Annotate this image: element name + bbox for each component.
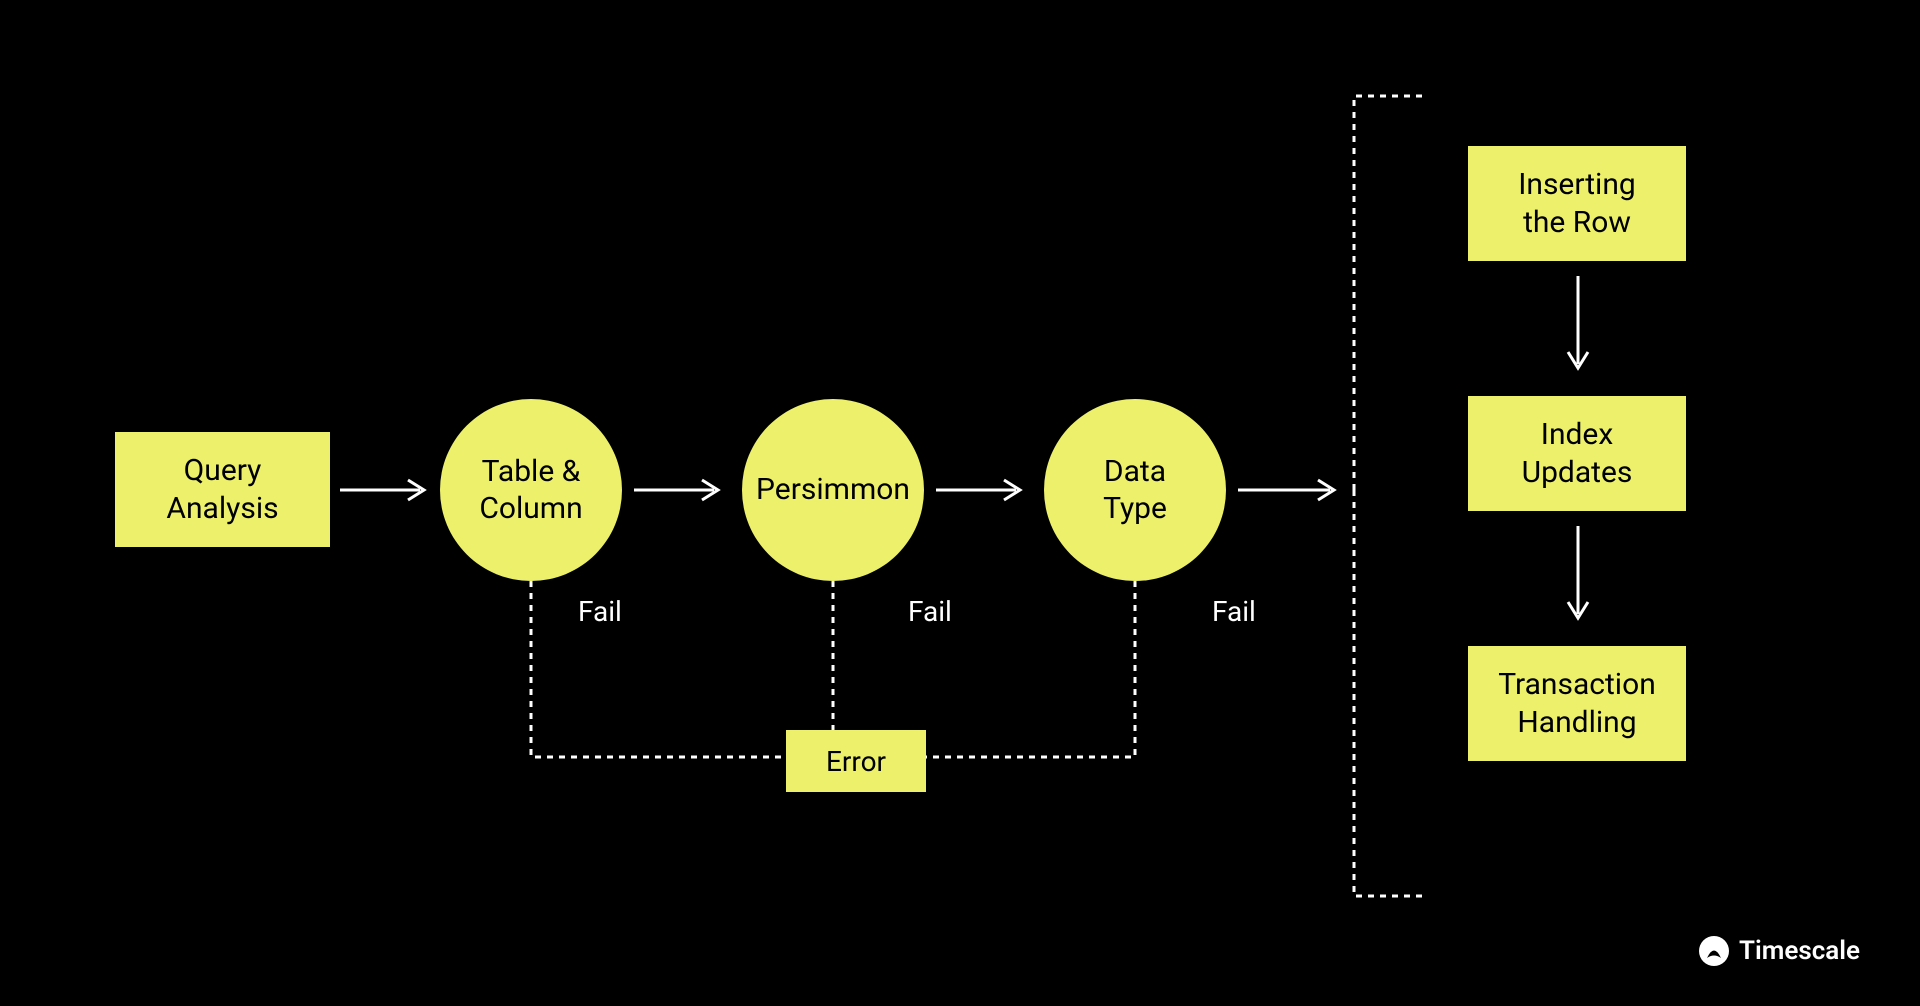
arrow-down-2 [1564,522,1592,630]
node-table-column: Table &Column [440,399,622,581]
arrow-down-1 [1564,272,1592,380]
logo-timescale: Timescale [1699,936,1860,966]
node-label: IndexUpdates [1522,416,1633,491]
node-label: TransactionHandling [1498,666,1656,741]
node-label: QueryAnalysis [166,452,278,527]
logo-icon [1699,936,1729,966]
node-query-analysis: QueryAnalysis [115,432,330,547]
node-inserting-row: Insertingthe Row [1468,146,1686,261]
node-transaction-handling: TransactionHandling [1468,646,1686,761]
logo-text: Timescale [1739,936,1860,966]
node-index-updates: IndexUpdates [1468,396,1686,511]
diagram-canvas: QueryAnalysis Table &Column Persimmon Da… [0,0,1920,1006]
node-label: Table &Column [479,453,582,528]
arrow-2 [630,476,730,504]
arrow-1 [336,476,436,504]
node-data-type: DataType [1044,399,1226,581]
node-persimmon: Persimmon [742,399,924,581]
node-label: Insertingthe Row [1518,166,1636,241]
arrow-3 [932,476,1032,504]
node-label: Error [826,744,886,779]
dotted-datatype-to-error [926,581,1140,762]
node-label: Persimmon [756,471,910,509]
node-error: Error [786,730,926,792]
bracket-output [1352,94,1424,899]
arrow-4 [1234,476,1346,504]
node-label: DataType [1103,453,1167,528]
dotted-table-to-error [528,581,788,762]
label-fail-3: Fail [1212,595,1256,628]
dotted-persimmon-to-error [830,581,838,730]
